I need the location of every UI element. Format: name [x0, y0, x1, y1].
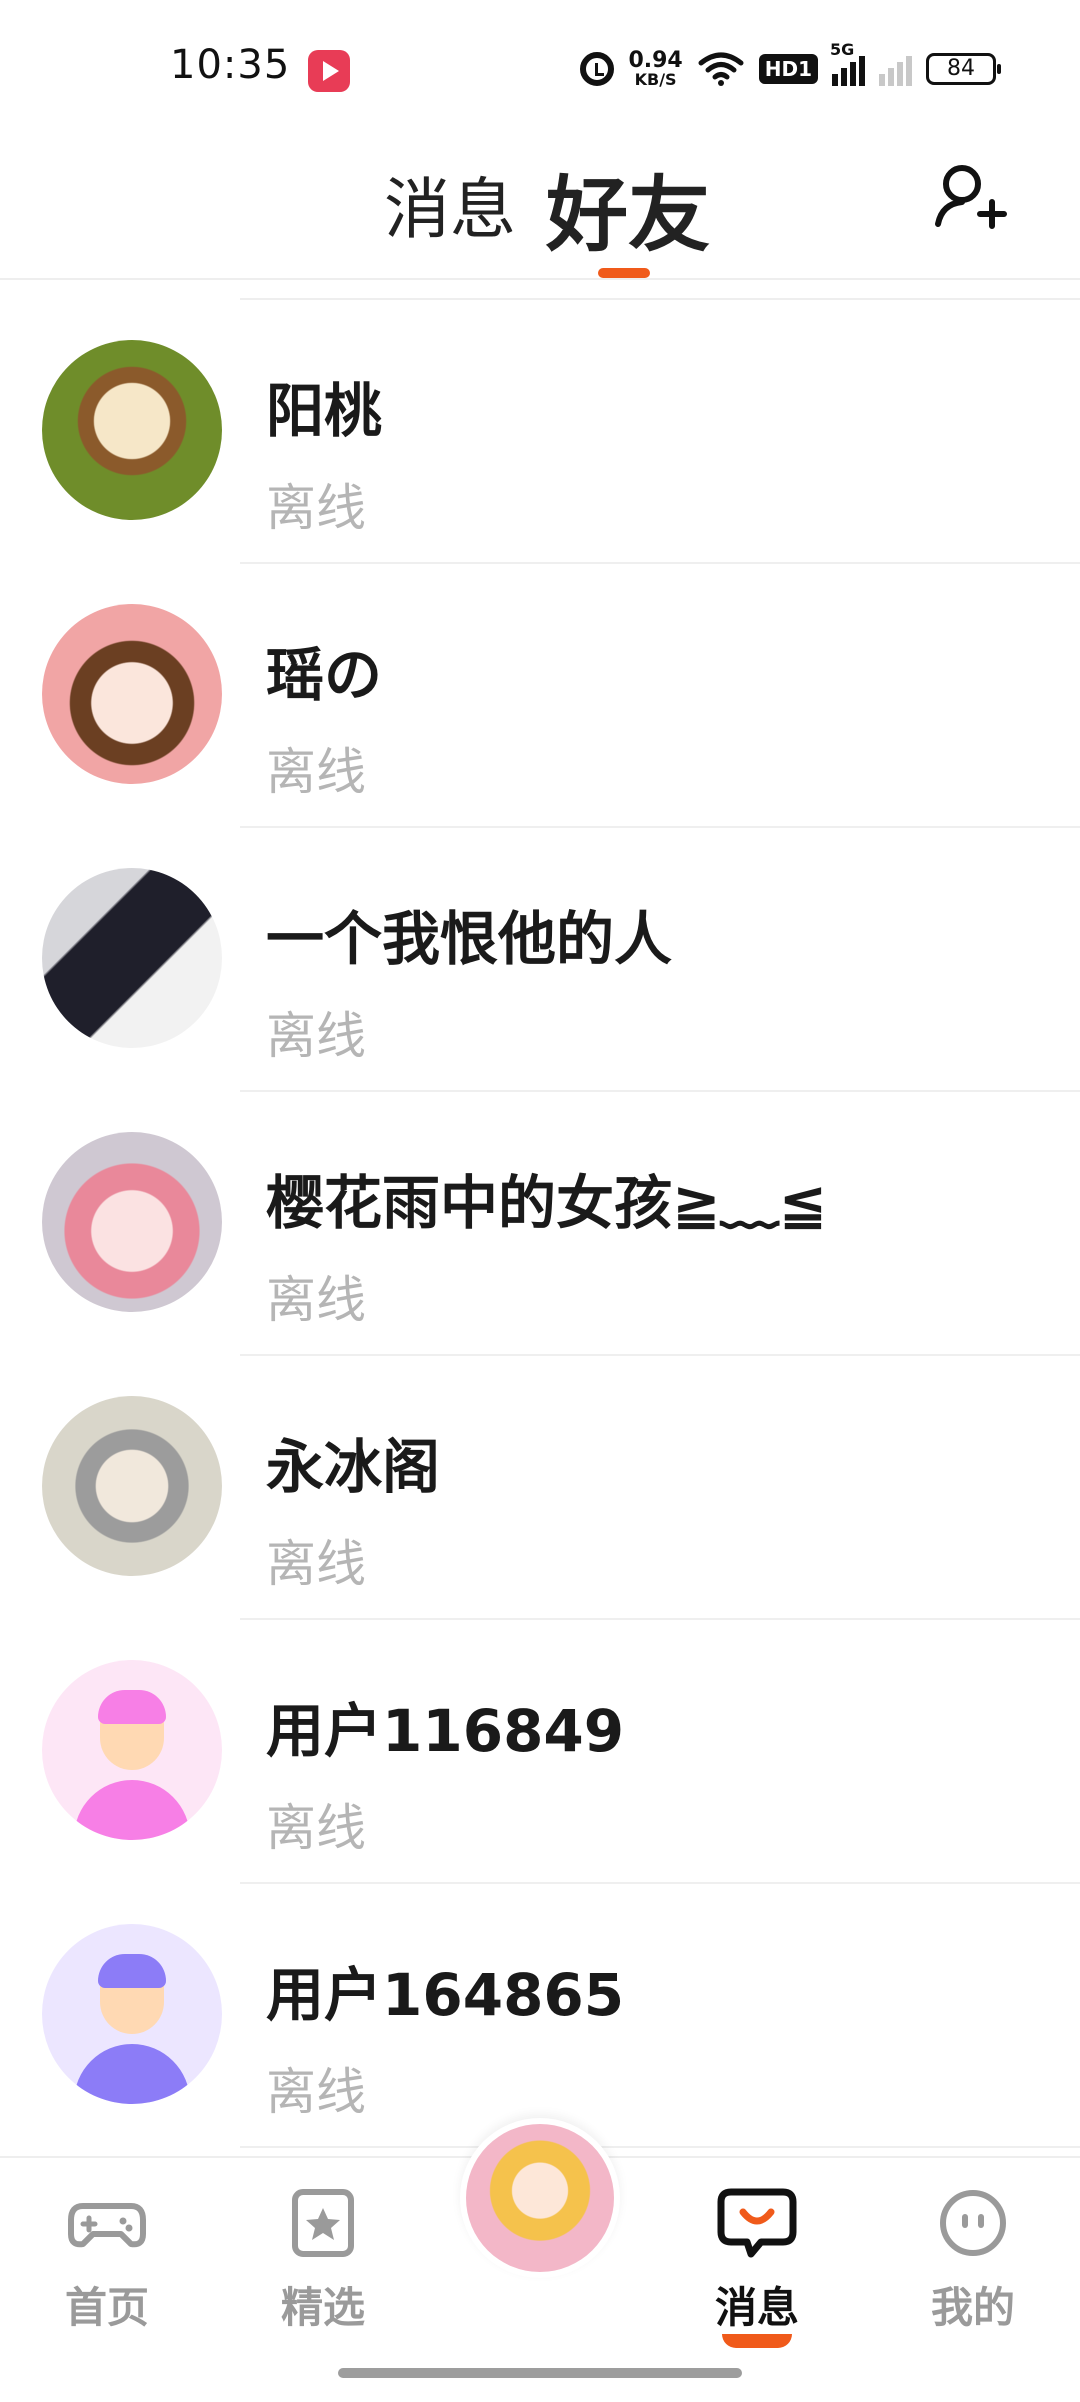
nav-messages[interactable]: 消息 — [682, 2188, 832, 2335]
signal-5g-icon: 5G — [830, 40, 865, 86]
friend-status: 离线 — [266, 2063, 366, 2121]
signal-secondary-icon — [879, 52, 912, 86]
profile-face-icon — [940, 2190, 1006, 2256]
tab-active-indicator — [598, 268, 650, 278]
status-bar: 10:35 0.94 KB/S HD1 5G 84 — [0, 0, 1080, 120]
nav-home[interactable]: 首页 — [32, 2188, 182, 2335]
friend-name: 用户164865 — [266, 1961, 625, 2029]
app-notification-icon — [308, 50, 350, 92]
avatar-hair — [98, 1954, 166, 1988]
friend-row[interactable]: 用户164865 离线 — [0, 1884, 1080, 2148]
nav-active-indicator — [722, 2334, 792, 2348]
center-avatar-button[interactable] — [460, 2118, 620, 2278]
avatar[interactable] — [42, 340, 222, 520]
friend-status: 离线 — [266, 1007, 366, 1065]
wifi-icon — [698, 52, 744, 86]
friend-status: 离线 — [266, 1799, 366, 1857]
friend-row[interactable]: 阳桃 离线 — [0, 300, 1080, 564]
friend-row[interactable]: 永冰阁 离线 — [0, 1356, 1080, 1620]
network-speed-value: 0.94 — [628, 48, 683, 73]
friend-name: 瑶の — [266, 641, 383, 709]
add-friend-icon[interactable] — [930, 158, 1010, 238]
chat-bubble-icon — [717, 2188, 797, 2258]
default-avatar[interactable] — [42, 1660, 222, 1840]
friend-row[interactable]: 樱花雨中的女孩≧﹏≦ 离线 — [0, 1092, 1080, 1356]
signal-label: 5G — [830, 40, 855, 59]
header: 消息 好友 — [0, 120, 1080, 280]
network-speed-unit: KB/S — [634, 70, 677, 89]
friend-status: 离线 — [266, 743, 366, 801]
friend-status: 离线 — [266, 479, 366, 537]
nav-me-label: 我的 — [930, 2283, 1015, 2332]
tab-messages[interactable]: 消息 — [384, 156, 516, 252]
alarm-icon — [580, 52, 615, 86]
friends-list: 阳桃 离线 瑶の 离线 一个我恨他的人 离线 樱花雨中的女孩≧﹏≦ 离线 永冰阁… — [0, 300, 1080, 2148]
header-divider — [0, 278, 1080, 280]
friend-name: 阳桃 — [266, 377, 383, 445]
avatar-hair — [98, 1690, 166, 1724]
avatar-body — [74, 2044, 190, 2104]
avatar[interactable] — [42, 604, 222, 784]
friend-name: 一个我恨他的人 — [266, 905, 673, 973]
nav-messages-label: 消息 — [714, 2283, 799, 2332]
nav-me[interactable]: 我的 — [898, 2188, 1048, 2335]
nav-home-label: 首页 — [64, 2283, 149, 2332]
avatar[interactable] — [42, 868, 222, 1048]
status-time: 10:35 — [170, 42, 291, 88]
bottom-nav: 首页 精选 消息 我的 — [0, 2118, 1080, 2402]
friend-name: 用户116849 — [266, 1697, 625, 1765]
default-avatar[interactable] — [42, 1924, 222, 2104]
home-indicator[interactable] — [338, 2368, 742, 2378]
status-icons: 0.94 KB/S HD1 5G 84 — [580, 40, 1001, 94]
friend-status: 离线 — [266, 1535, 366, 1593]
battery-indicator: 84 — [926, 53, 1001, 85]
hd-badge: HD1 — [758, 54, 818, 84]
friend-status: 离线 — [266, 1271, 366, 1329]
friend-row[interactable]: 一个我恨他的人 离线 — [0, 828, 1080, 1092]
friend-name: 樱花雨中的女孩≧﹏≦ — [266, 1169, 828, 1237]
gamepad-icon — [68, 2203, 146, 2248]
nav-featured-label: 精选 — [280, 2283, 365, 2332]
tab-friends[interactable]: 好友 — [546, 148, 710, 267]
featured-star-icon — [292, 2189, 354, 2257]
friend-row[interactable]: 用户116849 离线 — [0, 1620, 1080, 1884]
center-avatar-image — [466, 2124, 614, 2272]
nav-featured[interactable]: 精选 — [248, 2188, 398, 2335]
avatar[interactable] — [42, 1132, 222, 1312]
avatar-body — [74, 1780, 190, 1840]
avatar[interactable] — [42, 1396, 222, 1576]
row-divider — [240, 2146, 1080, 2148]
friend-name: 永冰阁 — [266, 1433, 441, 1501]
friend-row[interactable]: 瑶の 离线 — [0, 564, 1080, 828]
network-speed: 0.94 KB/S — [628, 50, 682, 88]
